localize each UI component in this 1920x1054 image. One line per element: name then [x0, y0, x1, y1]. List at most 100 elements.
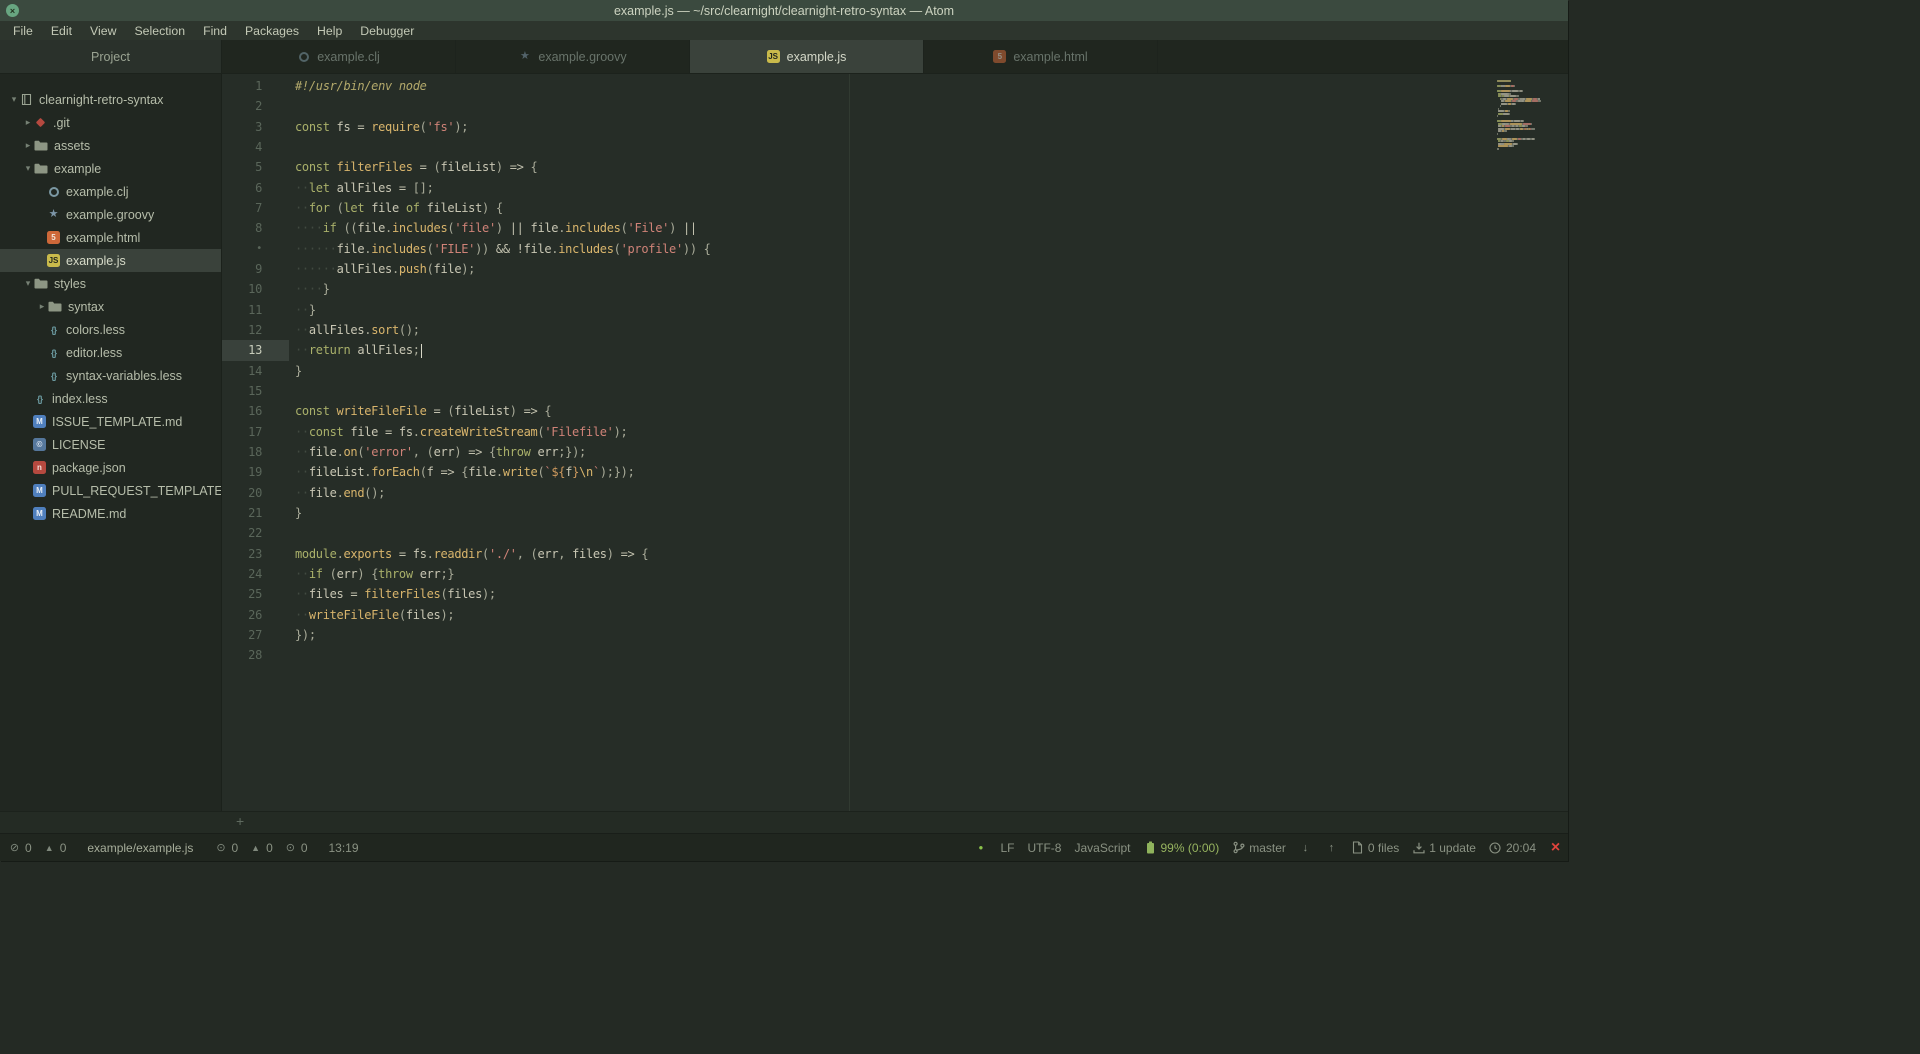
line-number[interactable]: 11: [222, 300, 289, 320]
updates[interactable]: 1 update: [1412, 841, 1476, 855]
line-number[interactable]: 1: [222, 76, 289, 96]
code-line[interactable]: 15: [222, 381, 1568, 401]
menu-edit[interactable]: Edit: [42, 24, 81, 38]
line-number[interactable]: 3: [222, 117, 289, 137]
line-number[interactable]: 12: [222, 320, 289, 340]
line-number[interactable]: 25: [222, 584, 289, 604]
chevron-down-icon[interactable]: ▾: [22, 163, 34, 174]
code-line[interactable]: 23 module.exports = fs.readdir('./', (err…: [222, 544, 1568, 564]
tree-item-syntax[interactable]: ▸ syntax: [0, 295, 221, 318]
code-line[interactable]: 18 ··file.on('error', (err) => {throw err…: [222, 442, 1568, 462]
menu-find[interactable]: Find: [194, 24, 236, 38]
line-number[interactable]: 21: [222, 503, 289, 523]
encoding[interactable]: UTF-8: [1027, 841, 1061, 855]
tab-example.js[interactable]: JS example.js: [690, 40, 924, 73]
menu-help[interactable]: Help: [308, 24, 351, 38]
tree-item-index.less[interactable]: {} index.less: [0, 387, 221, 410]
code-area[interactable]: 1 #!/usr/bin/env node 2 3 const fs = require…: [222, 76, 1568, 666]
tree-item-package.json[interactable]: n package.json: [0, 456, 221, 479]
tree-item-syntax-variables.less[interactable]: {} syntax-variables.less: [0, 364, 221, 387]
code-line[interactable]: • ······file.includes('FILE')) && !file.i…: [222, 239, 1568, 259]
notification-close[interactable]: ×: [1549, 840, 1562, 856]
code-line[interactable]: 13 ··return allFiles;: [222, 340, 1568, 361]
tree-item-assets[interactable]: ▸ assets: [0, 134, 221, 157]
chevron-right-icon[interactable]: ▸: [22, 117, 34, 128]
code-line[interactable]: 8 ····if ((file.includes('file') || file.…: [222, 218, 1568, 238]
window-close-button[interactable]: ×: [6, 4, 19, 17]
wrap-marker[interactable]: •: [222, 239, 289, 259]
file-path[interactable]: example/example.js: [87, 841, 193, 855]
line-number[interactable]: 28: [222, 645, 289, 665]
tree-item-example.html[interactable]: 5 example.html: [0, 226, 221, 249]
chevron-down-icon[interactable]: ▾: [8, 94, 20, 105]
code-line[interactable]: 1 #!/usr/bin/env node: [222, 76, 1568, 96]
file-infos[interactable]: ⊙ 0: [284, 841, 308, 855]
tree-item-example.js[interactable]: JS example.js: [0, 249, 221, 272]
line-number[interactable]: 19: [222, 462, 289, 482]
add-icon[interactable]: +: [236, 813, 244, 829]
project-warnings[interactable]: ▲ 0: [43, 841, 67, 855]
code-line[interactable]: 26 ··writeFileFile(files);: [222, 605, 1568, 625]
line-number[interactable]: 5: [222, 157, 289, 177]
menu-file[interactable]: File: [4, 24, 42, 38]
line-number[interactable]: 18: [222, 442, 289, 462]
tree-item-example.clj[interactable]: example.clj: [0, 180, 221, 203]
code-line[interactable]: 11 ··}: [222, 300, 1568, 320]
line-number[interactable]: 24: [222, 564, 289, 584]
code-line[interactable]: 25 ··files = filterFiles(files);: [222, 584, 1568, 604]
code-line[interactable]: 28: [222, 645, 1568, 665]
tree-item-PULL_REQUEST_TEMPLATE.md[interactable]: M PULL_REQUEST_TEMPLATE.md: [0, 479, 221, 502]
line-number[interactable]: 10: [222, 279, 289, 299]
code-line[interactable]: 17 ··const file = fs.createWriteStream('F…: [222, 422, 1568, 442]
project-errors[interactable]: ⊘ 0: [8, 841, 32, 855]
code-line[interactable]: 14}: [222, 361, 1568, 381]
line-number[interactable]: 4: [222, 137, 289, 157]
tree-item-.git[interactable]: ▸ .git: [0, 111, 221, 134]
line-number[interactable]: 9: [222, 259, 289, 279]
linter-status-dot[interactable]: ●: [974, 841, 987, 854]
minimap[interactable]: [1497, 80, 1567, 153]
code-line[interactable]: 12 ··allFiles.sort();: [222, 320, 1568, 340]
changed-files[interactable]: 0 files: [1351, 841, 1399, 855]
line-number[interactable]: 16: [222, 401, 289, 421]
code-line[interactable]: 2: [222, 96, 1568, 116]
line-number[interactable]: 26: [222, 605, 289, 625]
code-line[interactable]: 20 ··file.end();: [222, 483, 1568, 503]
line-number[interactable]: 6: [222, 178, 289, 198]
grammar[interactable]: JavaScript: [1074, 841, 1130, 855]
code-line[interactable]: 21}: [222, 503, 1568, 523]
menu-view[interactable]: View: [81, 24, 125, 38]
menu-debugger[interactable]: Debugger: [351, 24, 423, 38]
code-line[interactable]: 27});: [222, 625, 1568, 645]
chevron-right-icon[interactable]: ▸: [22, 140, 34, 151]
cursor-position[interactable]: 13:19: [329, 841, 359, 855]
code-line[interactable]: 4: [222, 137, 1568, 157]
line-number[interactable]: 22: [222, 523, 289, 543]
git-pull[interactable]: ↓: [1299, 841, 1312, 854]
line-number[interactable]: 20: [222, 483, 289, 503]
tree-item-clearnight-retro-syntax[interactable]: ▾ clearnight-retro-syntax: [0, 88, 221, 111]
line-number[interactable]: 17: [222, 422, 289, 442]
code-line[interactable]: 5 const filterFiles = (fileList) => {: [222, 157, 1568, 177]
line-number[interactable]: 8: [222, 218, 289, 238]
menu-packages[interactable]: Packages: [236, 24, 308, 38]
tree-item-editor.less[interactable]: {} editor.less: [0, 341, 221, 364]
line-number[interactable]: 13: [222, 340, 289, 361]
tree-item-example[interactable]: ▾ example: [0, 157, 221, 180]
code-line[interactable]: 22: [222, 523, 1568, 543]
tree-item-example.groovy[interactable]: ★ example.groovy: [0, 203, 221, 226]
code-line[interactable]: 19 ··fileList.forEach(f => {file.write(`$…: [222, 462, 1568, 482]
tab-example.clj[interactable]: example.clj: [222, 40, 456, 73]
tree-item-README.md[interactable]: M README.md: [0, 502, 221, 525]
line-number[interactable]: 14: [222, 361, 289, 381]
line-number[interactable]: 23: [222, 544, 289, 564]
line-ending[interactable]: LF: [1000, 841, 1014, 855]
code-line[interactable]: 3 const fs = require('fs');: [222, 117, 1568, 137]
battery[interactable]: 99% (0:00): [1144, 841, 1219, 855]
file-warnings[interactable]: ▲ 0: [249, 841, 273, 855]
git-push[interactable]: ↑: [1325, 841, 1338, 854]
tab-example.html[interactable]: 5 example.html: [924, 40, 1158, 73]
tree-item-ISSUE_TEMPLATE.md[interactable]: M ISSUE_TEMPLATE.md: [0, 410, 221, 433]
code-line[interactable]: 6 ··let allFiles = [];: [222, 178, 1568, 198]
chevron-right-icon[interactable]: ▸: [36, 301, 48, 312]
